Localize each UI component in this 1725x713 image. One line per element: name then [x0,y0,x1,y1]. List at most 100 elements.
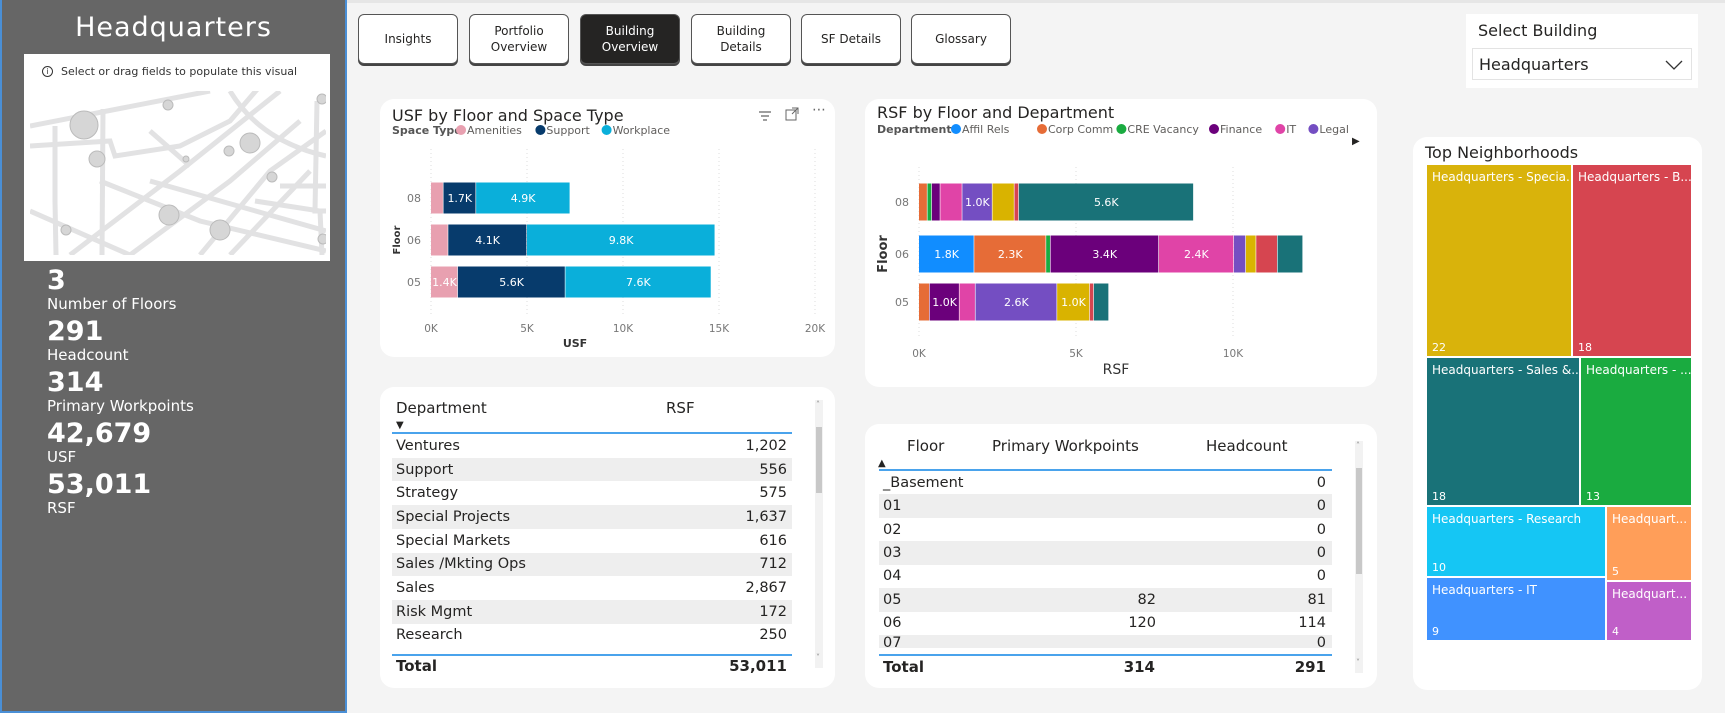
treemap-tile[interactable]: Headquarters - Specia... 22 [1427,165,1571,356]
bar-segment[interactable] [919,183,927,221]
headcount-cell: 0 [1316,545,1326,562]
bar-segment[interactable] [431,224,448,256]
scrollbar[interactable]: ˄ ˅ [1355,441,1363,673]
nav-building-details-button[interactable]: Building Details [691,14,791,64]
data-label: 5.6K [1094,196,1119,209]
tile-value: 18 [1432,490,1446,503]
select-building-dropdown[interactable]: Headquarters [1472,48,1692,80]
treemap-tile[interactable]: Headquarters - ... 13 [1581,358,1691,505]
table-row[interactable]: Risk Mgmt 172 [392,599,792,624]
legend-item[interactable]: Affil Rels [962,123,1010,136]
table-row[interactable]: 06 120 114 [879,611,1332,635]
bar-segment[interactable] [940,183,962,221]
bar-segment[interactable] [919,283,930,321]
scrollbar[interactable]: ˄ ˅ [815,400,823,668]
table-row[interactable]: Support 556 [392,457,792,482]
column-header-floor[interactable]: Floor [907,437,944,455]
table-row[interactable]: 04 0 [879,565,1332,589]
tile-value: 5 [1612,565,1619,578]
table-row[interactable]: Sales /Mkting Ops 712 [392,552,792,577]
kpi-usf-label: USF [47,448,77,466]
table-row[interactable]: Sales 2,867 [392,576,792,600]
rsf-cell: 250 [759,627,787,644]
rsf-cell: 2,867 [745,580,787,597]
x-tick-label: 5K [1069,348,1084,360]
legend-item[interactable]: Support [546,124,590,137]
legend-item[interactable]: CRE Vacancy [1127,123,1199,136]
map-visual-placeholder[interactable]: i Select or drag fields to populate this… [24,54,330,261]
column-header-department[interactable]: Department [396,399,487,417]
nav-portfolio-overview-button[interactable]: Portfolio Overview [469,14,569,64]
legend-item[interactable]: IT [1286,123,1296,136]
column-header-headcount[interactable]: Headcount [1206,437,1288,455]
bar-segment[interactable] [431,182,443,214]
table-row[interactable]: Ventures 1,202 [392,434,792,458]
bar-segment[interactable] [1089,283,1094,321]
nav-glossary-button[interactable]: Glossary [911,14,1011,64]
legend-marker [1308,124,1319,134]
bar-segment[interactable] [1014,183,1019,221]
column-header-rsf[interactable]: RSF [666,399,695,417]
table-row[interactable]: 02 0 [879,518,1332,542]
legend-item[interactable]: Finance [1220,123,1262,136]
legend-item[interactable]: Legal [1319,123,1348,136]
scrollbar-thumb[interactable] [1356,468,1362,574]
kpi-rsf-label: RSF [47,499,76,517]
headcount-cell: 0 [1316,474,1326,491]
scroll-up-icon[interactable]: ˄ [816,400,820,409]
bar-segment[interactable] [927,183,932,221]
data-label: 4.1K [475,234,500,247]
rsf-cell: 1,202 [745,437,787,454]
treemap-tile[interactable]: Headquart... 4 [1607,582,1691,640]
legend-item[interactable]: Amenities [467,124,522,137]
y-tick-label: 08 [895,196,909,209]
data-label: 2.3K [998,248,1023,261]
table-row[interactable]: 01 0 [879,494,1332,519]
rsf-cell: 556 [759,461,787,478]
table-row[interactable]: Special Markets 616 [392,529,792,553]
table-row[interactable]: 07 0 [879,634,1332,648]
table-row[interactable]: Research 250 [392,624,792,648]
total-divider [879,654,1332,656]
table-row[interactable]: Strategy 575 [392,481,792,505]
treemap-tile[interactable]: Headquarters - Research 10 [1427,507,1605,576]
table-row[interactable]: 03 0 [879,541,1332,565]
x-tick-label: 10K [1223,348,1244,360]
bar-segment[interactable] [992,183,1014,221]
treemap-tile[interactable]: Headquarters - B... 18 [1573,165,1691,356]
floor-table-card: Floor ▲ Primary Workpoints Headcount _Ba… [865,424,1377,688]
bar-segment[interactable] [1256,235,1277,273]
bar-segment[interactable] [1046,235,1050,273]
bar-segment[interactable] [1233,235,1246,273]
nav-insights-button[interactable]: Insights [358,14,458,64]
treemap-tile[interactable]: Headquarters - Sales &... 18 [1427,358,1579,505]
floor-cell: 01 [883,498,902,515]
bar-segment[interactable] [1245,235,1256,273]
data-label: 5.6K [499,276,524,289]
bar-segment[interactable] [959,283,975,321]
legend-next-arrow-icon[interactable]: ▶ [1352,136,1360,147]
select-building-label: Select Building [1478,21,1598,40]
tile-label: Headquarters - ... [1586,363,1691,377]
table-row[interactable]: _Basement 0 [879,471,1332,495]
table-row[interactable]: Special Projects 1,637 [392,505,792,529]
scrollbar-thumb[interactable] [816,427,822,493]
kpi-headcount-label: Headcount [47,346,129,364]
data-label: 1.0K [1061,296,1086,309]
bar-segment[interactable] [931,183,940,221]
column-header-primary-workpoints[interactable]: Primary Workpoints [992,437,1139,455]
nav-sf-details-button[interactable]: SF Details [801,14,901,64]
bar-segment[interactable] [1277,235,1303,273]
bar-segment[interactable] [1093,283,1109,321]
legend-item[interactable]: Workplace [613,124,671,137]
legend-item[interactable]: Corp Comm [1048,123,1113,136]
x-axis-title: RSF [1103,362,1130,378]
scroll-down-icon[interactable]: ˅ [1356,658,1360,667]
nav-building-overview-button[interactable]: Building Overview [580,14,680,64]
treemap-tile[interactable]: Headquarters - IT 9 [1427,578,1605,640]
scroll-up-icon[interactable]: ˄ [1356,441,1360,450]
treemap-tile[interactable]: Headquart... 5 [1607,507,1691,580]
table-row[interactable]: 05 82 81 [879,588,1332,612]
scroll-down-icon[interactable]: ˅ [816,653,820,662]
x-axis-title: USF [563,337,587,350]
